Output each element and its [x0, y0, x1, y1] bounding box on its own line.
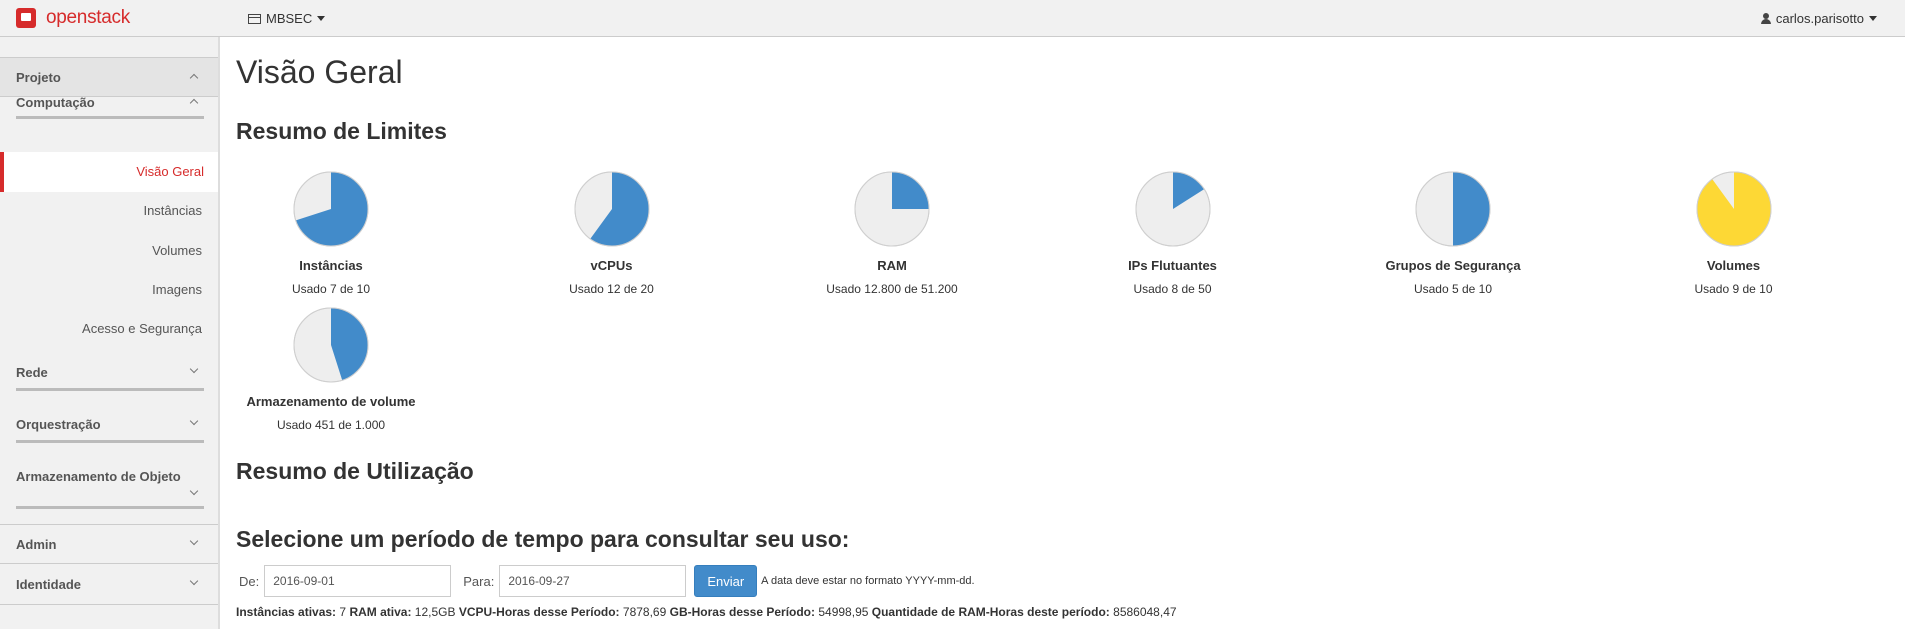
- chevron-down-icon: [189, 416, 199, 426]
- ram-hours-value: 8586048,47: [1113, 605, 1177, 619]
- pie-slice-used: [892, 172, 929, 209]
- brand-name: openstack: [46, 7, 130, 28]
- caret-down-icon: [1869, 16, 1877, 21]
- chevron-up-icon: [189, 73, 199, 83]
- sidebar-item-label: Visão Geral: [136, 164, 204, 179]
- pie-chart: [1135, 171, 1210, 247]
- chevron-down-icon: [189, 486, 199, 496]
- pie-chart: [1415, 171, 1491, 247]
- sidebar-item-instancias[interactable]: Instâncias: [143, 203, 202, 218]
- limit-chart: RAM Usado 12.800 de 51.200: [772, 170, 1012, 296]
- project-selector[interactable]: MBSEC: [248, 11, 326, 26]
- chart-usage-text: Usado 12 de 20: [569, 282, 654, 296]
- sidebar-divider: [0, 524, 218, 525]
- panel-underline: [16, 388, 204, 391]
- end-date-input[interactable]: [499, 565, 687, 597]
- chart-title: Grupos de Segurança: [1385, 258, 1521, 273]
- sidebar-item-visao-geral[interactable]: Visão Geral: [0, 152, 218, 192]
- sidebar-divider: [0, 604, 218, 605]
- sidebar: Projeto Computação Visão Geral Instância…: [0, 37, 220, 629]
- pie-chart: [293, 307, 369, 383]
- limit-chart: Grupos de Segurança Usado 5 de 10: [1333, 170, 1573, 296]
- date-format-hint: A data deve estar no formato YYYY-mm-dd.: [761, 575, 975, 587]
- panel-underline: [16, 506, 204, 509]
- chart-title: Armazenamento de volume: [246, 394, 416, 409]
- sidebar-panel-label: Rede: [16, 365, 48, 380]
- limit-chart: IPs Flutuantes Usado 8 de 50: [1053, 170, 1293, 296]
- chart-usage-text: Usado 9 de 10: [1694, 282, 1773, 296]
- chevron-down-icon: [189, 364, 199, 374]
- pie-chart: [1696, 171, 1771, 247]
- panel-underline: [16, 116, 204, 119]
- pie-chart: [854, 171, 930, 247]
- chart-usage-text: Usado 8 de 50: [1133, 282, 1212, 296]
- usage-date-form: De: Para: Enviar A data deve estar no fo…: [236, 565, 975, 597]
- active-instances-value: 7: [339, 605, 347, 619]
- sidebar-panel-label: Orquestração: [16, 417, 101, 432]
- user-name: carlos.parisotto: [1775, 11, 1864, 26]
- sidebar-item-imagens[interactable]: Imagens: [152, 282, 202, 297]
- ram-hours-label: Quantidade de RAM-Horas deste período:: [871, 605, 1110, 619]
- sidebar-panel-label: Computação: [16, 95, 95, 110]
- top-navbar: openstack MBSEC carlos.parisotto: [0, 0, 1905, 37]
- start-date-input[interactable]: [264, 565, 452, 597]
- sidebar-dashboard-projeto[interactable]: Projeto: [0, 57, 218, 97]
- chart-title: vCPUs: [590, 258, 633, 273]
- sidebar-dashboard-label: Admin: [16, 537, 57, 552]
- chevron-down-icon: [189, 536, 199, 546]
- user-menu[interactable]: carlos.parisotto: [1760, 11, 1877, 26]
- chart-usage-text: Usado 5 de 10: [1413, 282, 1493, 296]
- usage-summary-title: Resumo de Utilização: [236, 458, 474, 484]
- sidebar-dashboard-label: Projeto: [16, 70, 61, 85]
- chart-title: RAM: [877, 258, 907, 273]
- limit-chart: Instâncias Usado 7 de 10: [211, 170, 451, 296]
- from-label: De:: [239, 573, 260, 589]
- sidebar-divider: [0, 563, 218, 564]
- pie-chart: [293, 171, 369, 247]
- page-title: Visão Geral: [236, 54, 403, 90]
- chart-title: IPs Flutuantes: [1128, 258, 1217, 273]
- sidebar-dashboard-label: Identidade: [16, 577, 82, 592]
- chart-title: Instâncias: [299, 258, 363, 273]
- vcpu-hours-value: 7878,69: [622, 605, 667, 619]
- sidebar-item-volumes[interactable]: Volumes: [152, 243, 202, 258]
- active-ram-label: RAM ativa:: [349, 605, 412, 619]
- pie-slice-used: [1453, 172, 1490, 246]
- period-title: Selecione um período de tempo para consu…: [236, 526, 850, 552]
- chart-title: Volumes: [1706, 258, 1761, 273]
- limits-summary-title: Resumo de Limites: [236, 118, 447, 144]
- gb-hours-value: 54998,95: [818, 605, 869, 619]
- submit-button[interactable]: Enviar: [694, 565, 758, 597]
- to-label: Para:: [463, 573, 495, 589]
- active-ram-value: 12,5GB: [414, 605, 456, 619]
- chart-usage-text: Usado 7 de 10: [291, 282, 371, 296]
- chart-usage-text: Usado 451 de 1.000: [276, 418, 386, 432]
- caret-down-icon: [317, 16, 326, 21]
- user-icon: [1760, 13, 1771, 24]
- gb-hours-label: GB-Horas desse Período:: [669, 605, 816, 619]
- project-icon: [248, 13, 261, 24]
- pie-chart: [574, 171, 649, 247]
- openstack-logo-icon: [14, 7, 40, 29]
- chart-usage-text: Usado 12.800 de 51.200: [826, 282, 958, 296]
- sidebar-item-acesso-seguranca[interactable]: Acesso e Segurança: [82, 321, 202, 336]
- chevron-down-icon: [189, 576, 199, 586]
- brand-logo[interactable]: openstack: [14, 7, 130, 29]
- chevron-up-icon: [189, 98, 199, 108]
- sidebar-panel-label: Armazenamento de Objeto: [16, 469, 181, 484]
- limit-chart: Armazenamento de volume Usado 451 de 1.00…: [211, 306, 451, 432]
- vcpu-hours-label: VCPU-Horas desse Período:: [458, 605, 620, 619]
- panel-underline: [16, 440, 204, 443]
- limit-chart: vCPUs Usado 12 de 20: [492, 170, 732, 296]
- usage-summary-text: Instâncias ativas: 7 RAM ativa: 12,5GB V…: [236, 605, 1177, 619]
- active-instances-label: Instâncias ativas:: [236, 605, 337, 619]
- project-name: MBSEC: [266, 11, 313, 26]
- limit-chart: Volumes Usado 9 de 10: [1614, 170, 1854, 296]
